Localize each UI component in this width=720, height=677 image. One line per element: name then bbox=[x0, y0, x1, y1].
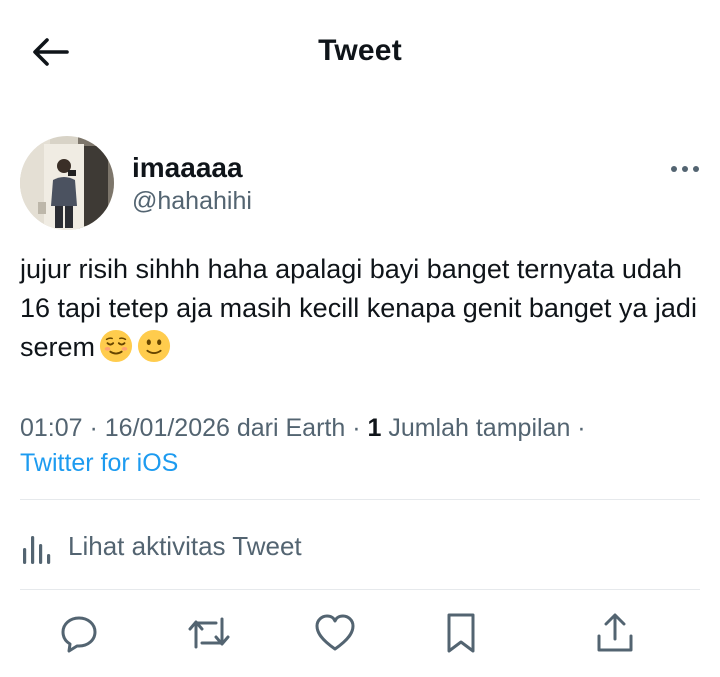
retweet-button[interactable] bbox=[184, 608, 234, 658]
share-button[interactable] bbox=[590, 608, 640, 658]
divider bbox=[20, 499, 700, 500]
heart-icon bbox=[315, 614, 355, 651]
tweet-location: dari Earth bbox=[236, 414, 346, 442]
author-names: imaaaaa @hahahihi bbox=[132, 152, 252, 218]
bookmark-icon bbox=[447, 613, 475, 653]
more-options-button[interactable] bbox=[670, 162, 700, 176]
page-title: Tweet bbox=[318, 34, 402, 67]
reply-icon bbox=[61, 616, 97, 653]
profile-avatar-photo bbox=[20, 136, 114, 230]
tweet-text: jujur risih sihhh haha apalagi bayi bang… bbox=[20, 250, 700, 367]
user-handle[interactable]: @hahahihi bbox=[132, 184, 252, 218]
source-link[interactable]: Twitter for iOS bbox=[20, 449, 178, 477]
slightly-smiling-face-emoji bbox=[137, 329, 171, 363]
action-bar bbox=[0, 608, 720, 668]
divider bbox=[20, 589, 700, 590]
views-count: 1 bbox=[367, 414, 382, 442]
share-icon bbox=[597, 613, 633, 652]
relieved-face-emoji bbox=[99, 329, 133, 363]
avatar[interactable] bbox=[20, 136, 114, 230]
retweet-icon bbox=[188, 617, 230, 649]
reply-button[interactable] bbox=[54, 608, 104, 658]
tweet-date: 16/01/2026 bbox=[104, 414, 230, 442]
activity-label: Lihat aktivitas Tweet bbox=[68, 530, 302, 561]
tweet-time: 01:07 bbox=[20, 414, 83, 442]
bookmark-button[interactable] bbox=[436, 608, 486, 658]
like-button[interactable] bbox=[310, 608, 360, 658]
views-label: Jumlah tampilan bbox=[388, 414, 571, 442]
display-name[interactable]: imaaaaa bbox=[132, 152, 252, 184]
more-horizontal-icon bbox=[671, 166, 699, 172]
top-bar: Tweet bbox=[0, 0, 720, 104]
view-activity-button[interactable]: Lihat aktivitas Tweet bbox=[20, 520, 302, 572]
tweet-meta: 01:07 · 16/01/2026 dari Earth · 1 Jumlah… bbox=[20, 414, 586, 477]
bar-chart-icon bbox=[23, 536, 51, 564]
tweet-author: imaaaaa @hahahihi bbox=[20, 136, 700, 232]
